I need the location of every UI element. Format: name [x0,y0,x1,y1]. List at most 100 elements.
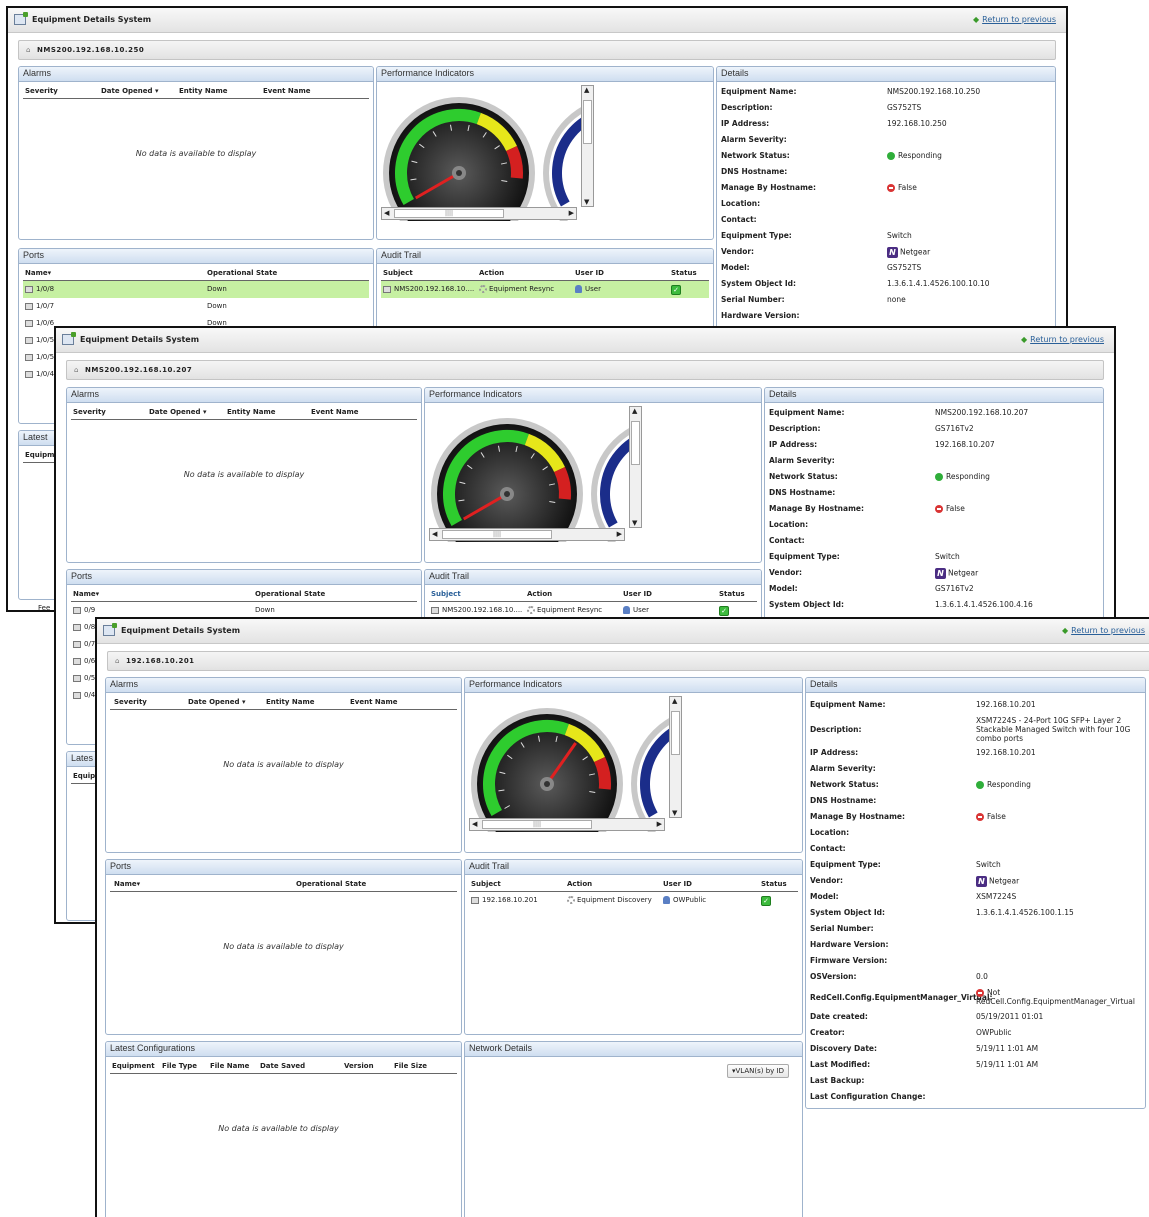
vertical-scrollbar[interactable]: ▲ ▼ [669,696,682,818]
scroll-right-icon[interactable]: ▶ [617,530,622,538]
return-label: Return to previous [1030,335,1104,344]
col-action[interactable]: Action [567,880,592,888]
col-name[interactable]: Name▾ [114,880,140,888]
col-event-name[interactable]: Event Name [311,408,358,416]
col-subject[interactable]: Subject [471,880,501,888]
scroll-thumb[interactable]: |||| [442,530,552,539]
scroll-thumb[interactable] [583,100,592,144]
detail-row: Equipment Type: Switch [810,860,1141,871]
col-event-name[interactable]: Event Name [263,87,310,95]
col-user-id[interactable]: User ID [575,269,604,277]
col-file-name[interactable]: File Name [210,1062,249,1070]
detail-value-text: False [987,812,1006,821]
detail-value-text: NMS200.192.168.10.250 [887,87,981,96]
port-icon [25,336,33,344]
scroll-thumb[interactable]: |||| [482,820,592,829]
detail-label: Description: [721,103,773,112]
col-severity[interactable]: Severity [114,698,147,706]
detail-value-text: 1.3.6.1.4.1.4526.100.4.16 [935,600,1033,609]
ports-panel: Ports Name▾ Operational State No data is… [105,859,462,1035]
gauge-chart [471,708,669,832]
col-file-size[interactable]: File Size [394,1062,427,1070]
return-to-previous-link[interactable]: ◆ Return to previous [1062,626,1145,635]
detail-value-text: 1.3.6.1.4.1.4526.100.1.15 [976,908,1074,917]
col-name[interactable]: Name▾ [25,269,51,277]
col-status[interactable]: Status [761,880,787,888]
col-date-opened[interactable]: Date Opened ▾ [101,87,158,95]
vlan-by-id-button[interactable]: ▾VLAN(s) by ID [727,1064,789,1078]
col-entity-name[interactable]: Entity Name [266,698,314,706]
col-severity[interactable]: Severity [25,87,58,95]
detail-row: Model: XSM7224S [810,892,1141,903]
scroll-up-icon[interactable]: ▲ [672,697,677,705]
port-row[interactable]: 1/0/8 Down [23,281,369,298]
horizontal-scrollbar[interactable]: ◀ |||| ▶ [429,528,625,541]
home-icon[interactable]: ⌂ [74,366,78,374]
return-label: Return to previous [982,15,1056,24]
detail-row: Model: GS752TS [721,263,1051,274]
vertical-scrollbar[interactable]: ▲ ▼ [629,406,642,528]
col-entity-name[interactable]: Entity Name [179,87,227,95]
col-status[interactable]: Status [671,269,697,277]
col-operational-state[interactable]: Operational State [255,590,325,598]
return-to-previous-link[interactable]: ◆ Return to previous [973,15,1056,24]
scroll-right-icon[interactable]: ▶ [569,209,574,217]
col-event-name[interactable]: Event Name [350,698,397,706]
col-name[interactable]: Name▾ [73,590,99,598]
detail-value-text: Netgear [948,568,979,578]
col-date-saved[interactable]: Date Saved [260,1062,305,1070]
col-severity[interactable]: Severity [73,408,106,416]
scroll-left-icon[interactable]: ◀ [432,530,437,538]
scroll-left-icon[interactable]: ◀ [384,209,389,217]
scroll-down-icon[interactable]: ▼ [584,198,589,206]
detail-value: Switch [935,552,960,561]
col-user-id[interactable]: User ID [663,880,692,888]
detail-label: IP Address: [810,748,859,757]
detail-value-text: GS752TS [887,103,922,112]
col-version[interactable]: Version [344,1062,374,1070]
scroll-thumb[interactable] [671,711,680,755]
performance-indicators-panel: Performance Indicators ▲ ▼ ◀ |||| ▶ [424,387,762,563]
scroll-down-icon[interactable]: ▼ [632,519,637,527]
horizontal-scrollbar[interactable]: ◀ |||| ▶ [381,207,577,220]
col-equipment[interactable]: Equipment [112,1062,155,1070]
home-icon[interactable]: ⌂ [26,46,30,54]
panel-title: Audit Trail [377,249,713,264]
detail-value: Responding [935,472,990,481]
scroll-thumb[interactable]: |||| [394,209,504,218]
gauge-viewport [381,85,581,221]
scroll-down-icon[interactable]: ▼ [672,809,677,817]
scroll-up-icon[interactable]: ▲ [584,86,589,94]
audit-header: Subject Action User ID Status [429,587,757,602]
vertical-scrollbar[interactable]: ▲ ▼ [581,85,594,207]
col-user-id[interactable]: User ID [623,590,652,598]
col-operational-state[interactable]: Operational State [296,880,366,888]
col-subject[interactable]: Subject [431,590,461,598]
col-action[interactable]: Action [527,590,552,598]
return-to-previous-link[interactable]: ◆ Return to previous [1021,335,1104,344]
col-date-opened[interactable]: Date Opened ▾ [149,408,206,416]
detail-row: System Object Id: 1.3.6.1.4.1.4526.100.4.… [769,600,1099,611]
detail-row: Discovery Date: 5/19/11 1:01 AM [810,1044,1141,1055]
horizontal-scrollbar[interactable]: ◀ |||| ▶ [469,818,665,831]
col-operational-state[interactable]: Operational State [207,269,277,277]
audit-row[interactable]: NMS200.192.168.10.... Equipment Resync U… [381,281,709,298]
scroll-thumb[interactable] [631,421,640,465]
home-icon[interactable]: ⌂ [115,657,119,665]
audit-row[interactable]: 192.168.10.201 Equipment Discovery OWPub… [469,892,798,909]
port-row[interactable]: 1/0/7 Down [23,298,369,315]
col-action[interactable]: Action [479,269,504,277]
scroll-left-icon[interactable]: ◀ [472,820,477,828]
scroll-right-icon[interactable]: ▶ [657,820,662,828]
col-entity-name[interactable]: Entity Name [227,408,275,416]
detail-value-text: 0.0 [976,972,988,981]
details-panel: Details Equipment Name: NMS200.192.168.10… [764,387,1104,627]
col-equipment[interactable]: Equip [73,772,95,780]
scroll-up-icon[interactable]: ▲ [632,407,637,415]
col-date-opened[interactable]: Date Opened ▾ [188,698,245,706]
detail-value: Switch [976,860,1001,869]
col-file-type[interactable]: File Type [162,1062,197,1070]
detail-value-text: 192.168.10.201 [976,748,1036,757]
col-subject[interactable]: Subject [383,269,413,277]
col-status[interactable]: Status [719,590,745,598]
